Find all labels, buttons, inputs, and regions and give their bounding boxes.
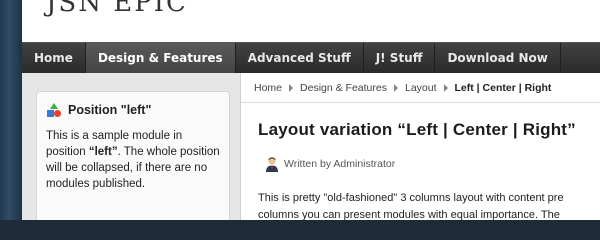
- breadcrumb-design-features[interactable]: Design & Features: [300, 73, 387, 103]
- breadcrumb: Home Design & Features Layout Left | Cen…: [241, 73, 600, 103]
- page: JSN EPIC Home Design & Features Advanced…: [22, 0, 600, 220]
- user-icon: [266, 157, 278, 172]
- breadcrumb-current: Left | Center | Right: [454, 81, 552, 94]
- site-logo[interactable]: JSN EPIC: [46, 0, 188, 18]
- module-body: This is a sample module in position “lef…: [46, 128, 222, 192]
- nav-item-design-features[interactable]: Design & Features: [85, 43, 236, 73]
- nav-item-download-now[interactable]: Download Now: [435, 43, 561, 73]
- left-column: Position "left" This is a sample module …: [22, 73, 241, 220]
- module-title: Position "left": [46, 102, 151, 118]
- nav-item-j-stuff[interactable]: J! Stuff: [364, 43, 436, 73]
- site-header: JSN EPIC: [22, 0, 600, 42]
- breadcrumb-arrow-icon: [393, 83, 398, 92]
- article-text-line: This is pretty "old-fashioned" 3 columns…: [258, 192, 564, 204]
- left-module: Position "left" This is a sample module …: [36, 91, 230, 220]
- nav-item-advanced-stuff[interactable]: Advanced Stuff: [236, 43, 364, 73]
- article-title[interactable]: Layout variation “Left | Center | Right”: [258, 120, 576, 140]
- main-nav: Home Design & Features Advanced Stuff J!…: [22, 42, 600, 74]
- nav-item-home[interactable]: Home: [22, 43, 86, 73]
- breadcrumb-arrow-icon: [443, 83, 448, 92]
- breadcrumb-layout[interactable]: Layout: [405, 73, 437, 103]
- author-text: Written by Administrator: [284, 158, 396, 170]
- module-title-text: Position "left": [68, 103, 152, 117]
- page-background: [0, 0, 22, 220]
- main-content: Home Design & Features Layout Left | Cen…: [241, 73, 600, 220]
- breadcrumb-arrow-icon: [289, 83, 294, 92]
- module-text-bold: “left”: [88, 146, 118, 158]
- article-text: This is pretty "old-fashioned" 3 columns…: [258, 190, 600, 220]
- article-author: Written by Administrator: [264, 156, 395, 172]
- breadcrumb-home[interactable]: Home: [254, 73, 282, 103]
- article-text-line: columns you can present modules with equ…: [258, 209, 560, 220]
- shapes-icon: [47, 103, 61, 117]
